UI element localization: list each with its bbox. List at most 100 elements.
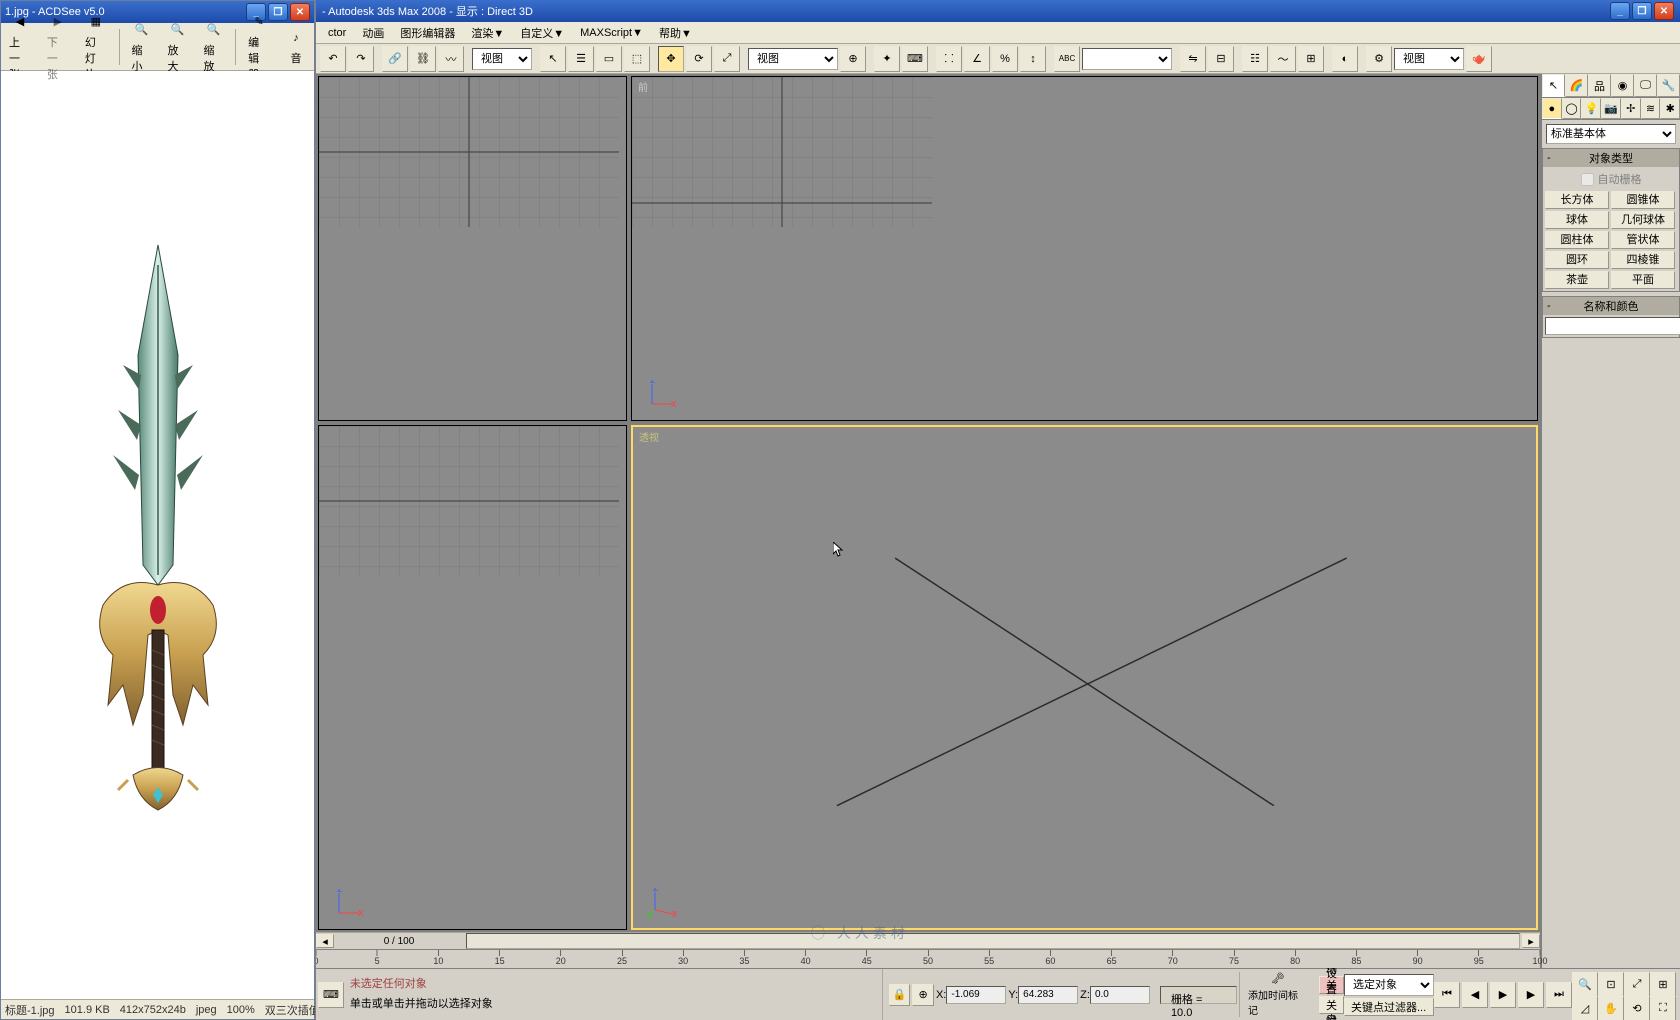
curve-editor-button[interactable]: 〜 xyxy=(1270,46,1296,72)
key-filter-dropdown[interactable]: 选定对象 xyxy=(1344,974,1434,996)
angle-snap-button[interactable]: ∠ xyxy=(964,46,990,72)
viewport-perspective[interactable]: 透视 zxy xyxy=(631,425,1538,930)
primitive-torus[interactable]: 圆环 xyxy=(1545,251,1609,269)
mirror-button[interactable]: ⇋ xyxy=(1180,46,1206,72)
lock-selection-button[interactable]: 🔒 xyxy=(889,984,911,1006)
primitive-plane[interactable]: 平面 xyxy=(1611,271,1675,289)
time-scrollbar[interactable] xyxy=(466,933,1520,949)
tab-create[interactable]: ↖ xyxy=(1542,74,1565,97)
zoom-extents-button[interactable]: ⤢ xyxy=(1624,972,1650,998)
subtab-cameras[interactable]: 📷 xyxy=(1601,98,1621,119)
menu-help[interactable]: 帮助▼ xyxy=(651,22,700,44)
material-editor-button[interactable]: ◐ xyxy=(1332,46,1358,72)
tab-display[interactable]: 🖵 xyxy=(1634,74,1657,97)
play-button[interactable]: ▶ xyxy=(1490,982,1516,1008)
render-type-dropdown[interactable]: 视图 xyxy=(1394,48,1464,70)
spinner-snap-button[interactable]: ↕ xyxy=(1020,46,1046,72)
pan-button[interactable]: ✋ xyxy=(1598,996,1624,1020)
selection-filter-dropdown[interactable]: 视图 xyxy=(472,48,532,70)
audio-button[interactable]: ♪音 xyxy=(282,26,310,68)
ref-coord-dropdown[interactable]: 视图 xyxy=(748,48,838,70)
goto-start-button[interactable]: ⏮ xyxy=(1434,982,1460,1008)
time-tag-label[interactable]: 添加时间标记 xyxy=(1248,987,1307,1017)
viewport-top-left[interactable] xyxy=(318,76,627,421)
primitive-geosphere[interactable]: 几何球体 xyxy=(1611,211,1675,229)
viewport-bottom-left[interactable]: zx xyxy=(318,425,627,930)
unlink-button[interactable]: ⛓ xyxy=(410,46,436,72)
close-button[interactable]: ✕ xyxy=(290,3,310,21)
tab-motion[interactable]: ◉ xyxy=(1611,74,1634,97)
tab-hierarchy[interactable]: 品 xyxy=(1588,74,1611,97)
menu-customize[interactable]: 自定义▼ xyxy=(512,22,572,44)
rollout-header[interactable]: -名称和颜色 xyxy=(1543,297,1679,315)
coord-y-input[interactable] xyxy=(1018,986,1078,1004)
named-selection-dropdown[interactable] xyxy=(1082,48,1172,70)
menu-maxscript[interactable]: MAXScript▼ xyxy=(572,24,651,42)
window-crossing-button[interactable]: ⬚ xyxy=(624,46,650,72)
named-selection-button[interactable]: ABC xyxy=(1054,46,1080,72)
align-button[interactable]: ⊟ xyxy=(1208,46,1234,72)
quick-render-button[interactable]: 🫖 xyxy=(1466,46,1492,72)
subtab-systems[interactable]: ✱ xyxy=(1660,98,1680,119)
layers-button[interactable]: ☷ xyxy=(1242,46,1268,72)
redo-button[interactable]: ↷ xyxy=(348,46,374,72)
minimize-button[interactable]: _ xyxy=(1610,2,1630,20)
primitive-cone[interactable]: 圆锥体 xyxy=(1611,191,1675,209)
coord-x-input[interactable] xyxy=(946,986,1006,1004)
time-ruler[interactable]: 0510152025303540455055606570758085909510… xyxy=(316,949,1540,968)
subtab-helpers[interactable]: ✢ xyxy=(1621,98,1641,119)
close-button[interactable]: ✕ xyxy=(1654,2,1674,20)
undo-button[interactable]: ↶ xyxy=(320,46,346,72)
primitive-sphere[interactable]: 球体 xyxy=(1545,211,1609,229)
select-region-button[interactable]: ▭ xyxy=(596,46,622,72)
keyboard-shortcut-button[interactable]: ⌨ xyxy=(902,46,928,72)
coord-z-input[interactable] xyxy=(1090,986,1150,1004)
tab-modify[interactable]: 🌈 xyxy=(1565,74,1588,97)
scroll-left-button[interactable]: ◂ xyxy=(316,934,334,948)
zoom-all-button[interactable]: ⊡ xyxy=(1598,972,1624,998)
key-icon[interactable]: 🗝 xyxy=(1271,972,1285,985)
bind-spacewarp-button[interactable]: 〰 xyxy=(438,46,464,72)
goto-end-button[interactable]: ⏭ xyxy=(1546,982,1572,1008)
next-image-button[interactable]: ▶下一张 xyxy=(43,10,73,84)
zoom-in-button[interactable]: 🔍放大 xyxy=(163,18,191,76)
maxscript-listener-button[interactable]: ⌨ xyxy=(318,982,344,1008)
viewport-top-right[interactable]: 前 zx xyxy=(631,76,1538,421)
select-name-button[interactable]: ☰ xyxy=(568,46,594,72)
prev-frame-button[interactable]: ◀ xyxy=(1462,982,1488,1008)
subtab-lights[interactable]: 💡 xyxy=(1581,98,1601,119)
subtab-spacewarps[interactable]: ≋ xyxy=(1641,98,1661,119)
key-filters-button[interactable]: 关键点过滤器... xyxy=(1344,998,1434,1016)
zoom-extents-all-button[interactable]: ⊞ xyxy=(1650,972,1676,998)
subtab-shapes[interactable]: ◯ xyxy=(1562,98,1582,119)
primitive-cylinder[interactable]: 圆柱体 xyxy=(1545,231,1609,249)
rollout-header[interactable]: -对象类型 xyxy=(1543,149,1679,167)
zoom-button[interactable]: 🔍 xyxy=(1572,972,1598,998)
field-of-view-button[interactable]: ◿ xyxy=(1572,996,1598,1020)
geometry-type-dropdown[interactable]: 标准基本体 xyxy=(1546,124,1676,144)
primitive-tube[interactable]: 管状体 xyxy=(1611,231,1675,249)
zoom-out-button[interactable]: 🔍缩小 xyxy=(127,18,155,76)
primitive-box[interactable]: 长方体 xyxy=(1545,191,1609,209)
setkey-button[interactable]: 设置关键点 xyxy=(1319,996,1344,1014)
snap-button[interactable]: ⸬ xyxy=(936,46,962,72)
menu-animation[interactable]: 动画 xyxy=(354,22,392,44)
select-button[interactable]: ↖ xyxy=(540,46,566,72)
acdsee-viewer[interactable] xyxy=(1,71,314,999)
scroll-right-button[interactable]: ▸ xyxy=(1522,934,1540,948)
subtab-geometry[interactable]: ● xyxy=(1542,98,1562,119)
percent-snap-button[interactable]: % xyxy=(992,46,1018,72)
scale-button[interactable]: ⤢ xyxy=(714,46,740,72)
transform-type-button[interactable]: ⊕ xyxy=(912,984,934,1006)
tab-utilities[interactable]: 🔧 xyxy=(1657,74,1680,97)
menu-reactor[interactable]: ctor xyxy=(320,24,354,42)
pivot-button[interactable]: ⊕ xyxy=(840,46,866,72)
object-name-input[interactable] xyxy=(1545,317,1680,335)
next-frame-button[interactable]: ▶ xyxy=(1518,982,1544,1008)
zoom-button[interactable]: 🔍缩放 xyxy=(199,18,227,76)
link-button[interactable]: 🔗 xyxy=(382,46,408,72)
maximize-viewport-button[interactable]: ⛶ xyxy=(1650,996,1676,1020)
render-setup-button[interactable]: ⚙ xyxy=(1366,46,1392,72)
restore-button[interactable]: ❐ xyxy=(1632,2,1652,20)
schematic-button[interactable]: ⊞ xyxy=(1298,46,1324,72)
